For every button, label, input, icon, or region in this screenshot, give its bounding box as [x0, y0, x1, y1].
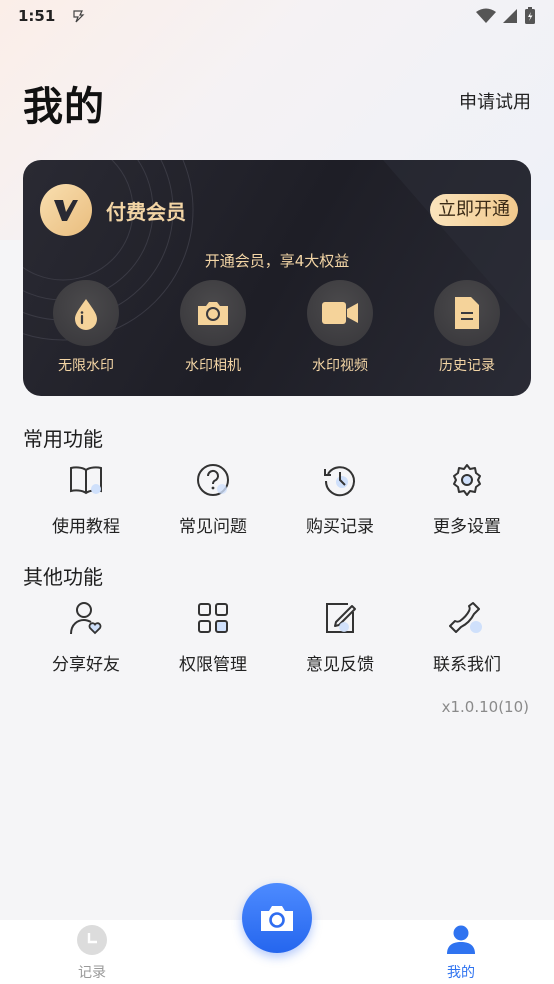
purchase-history-label: 购买记录: [306, 517, 374, 537]
clock-icon: [77, 925, 107, 955]
tutorial-item[interactable]: 使用教程: [31, 460, 141, 537]
notification-icon: [73, 10, 85, 23]
purchase-history-item[interactable]: 购买记录: [285, 460, 395, 537]
app-version: x1.0.10(10): [441, 698, 529, 716]
gear-icon: [453, 464, 481, 496]
common-functions-title: 常用功能: [23, 427, 103, 451]
water-drop-icon: [75, 299, 97, 330]
share-friends-item[interactable]: 分享好友: [31, 598, 141, 675]
contact-us-label: 联系我们: [433, 655, 501, 675]
share-friends-label: 分享好友: [52, 655, 120, 675]
feedback-item[interactable]: 意见反馈: [285, 598, 395, 675]
perk-label: 无限水印: [58, 358, 114, 374]
battery-icon: [525, 7, 535, 24]
wifi-icon: [476, 8, 496, 23]
tab-mine[interactable]: 我的: [421, 924, 501, 982]
vip-logo-icon: [40, 184, 92, 236]
page-title: 我的: [23, 84, 105, 130]
more-settings-item[interactable]: 更多设置: [412, 460, 522, 537]
document-icon: [455, 297, 479, 329]
edit-icon: [326, 603, 356, 633]
perk-unlimited-watermark[interactable]: 无限水印: [31, 280, 141, 375]
permissions-label: 权限管理: [179, 655, 247, 675]
feedback-label: 意见反馈: [306, 655, 374, 675]
perk-history[interactable]: 历史记录: [412, 280, 522, 375]
camera-fab-button[interactable]: [242, 883, 312, 953]
camera-icon: [198, 302, 228, 325]
more-settings-label: 更多设置: [433, 517, 501, 537]
other-functions-title: 其他功能: [23, 565, 103, 589]
tutorial-label: 使用教程: [52, 517, 120, 537]
vip-subtitle: 开通会员，享4大权益: [204, 252, 350, 270]
book-icon: [70, 466, 102, 495]
other-functions-grid: 分享好友 权限管理 意见反馈 联系我们: [0, 598, 554, 688]
permissions-item[interactable]: 权限管理: [158, 598, 268, 675]
tab-mine-label: 我的: [447, 965, 475, 981]
perk-label: 水印视频: [312, 358, 368, 374]
camera-icon: [261, 906, 293, 931]
tab-record-label: 记录: [78, 965, 106, 981]
status-bar: 1:51: [0, 0, 554, 32]
tab-record[interactable]: 记录: [52, 924, 132, 982]
common-functions-grid: 使用教程 常见问题 购买记录 更多设置: [0, 460, 554, 550]
perk-label: 水印相机: [185, 358, 241, 374]
faq-label: 常见问题: [179, 517, 247, 537]
grid-icon: [198, 603, 228, 633]
perk-watermark-video[interactable]: 水印视频: [285, 280, 395, 375]
signal-icon: [503, 9, 517, 23]
contact-us-item[interactable]: 联系我们: [412, 598, 522, 675]
question-circle-icon: [197, 464, 229, 496]
faq-item[interactable]: 常见问题: [158, 460, 268, 537]
phone-icon: [449, 602, 482, 633]
status-icons: [476, 7, 536, 25]
history-clock-icon: [324, 466, 355, 497]
user-heart-icon: [70, 602, 102, 635]
status-time: 1:51: [18, 7, 56, 25]
apply-trial-link[interactable]: 申请试用: [459, 88, 531, 114]
video-camera-icon: [322, 302, 358, 324]
vip-card[interactable]: 付费会员 立即开通 开通会员，享4大权益 无限水印 水印相机 水印视频 历史记录: [23, 160, 531, 396]
perk-label: 历史记录: [439, 358, 495, 374]
perk-watermark-camera[interactable]: 水印相机: [158, 280, 268, 375]
open-membership-button[interactable]: 立即开通: [430, 194, 518, 226]
user-icon: [447, 925, 475, 954]
vip-title: 付费会员: [106, 200, 186, 224]
perk-list: 无限水印 水印相机 水印视频 历史记录: [23, 280, 531, 390]
